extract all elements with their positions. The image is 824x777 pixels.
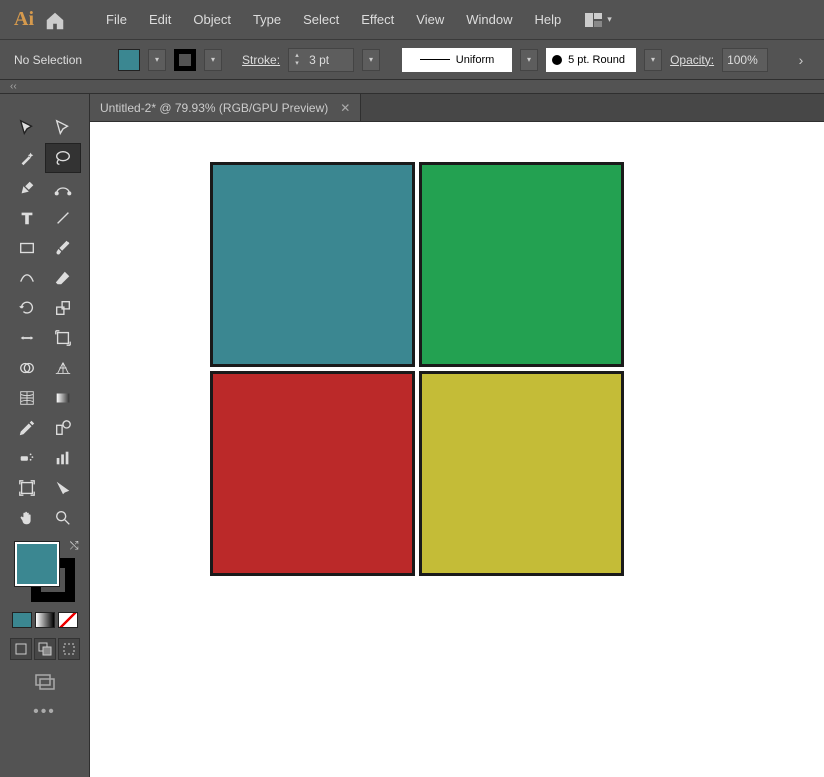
stroke-weight-field[interactable] bbox=[305, 53, 353, 67]
artboard-tool[interactable] bbox=[10, 474, 44, 502]
menu-view[interactable]: View bbox=[408, 8, 452, 31]
menu-file[interactable]: File bbox=[98, 8, 135, 31]
tab-title: Untitled-2* @ 79.93% (RGB/GPU Preview) bbox=[100, 101, 328, 115]
artwork bbox=[210, 162, 624, 576]
paintbrush-tool[interactable] bbox=[46, 234, 80, 262]
blend-tool[interactable] bbox=[46, 414, 80, 442]
shape-builder-tool[interactable] bbox=[10, 354, 44, 382]
selection-status: No Selection bbox=[14, 53, 82, 67]
workspace-switcher[interactable]: ▾ bbox=[585, 13, 612, 27]
stroke-weight-dropdown[interactable]: ▾ bbox=[362, 49, 380, 71]
fill-stroke-indicator[interactable]: ⤭ bbox=[15, 542, 75, 602]
gradient-tool[interactable] bbox=[46, 384, 80, 412]
draw-inside-icon[interactable] bbox=[58, 638, 80, 660]
menu-effect[interactable]: Effect bbox=[353, 8, 402, 31]
tools-panel: ⤭ ••• bbox=[0, 94, 90, 777]
menu-type[interactable]: Type bbox=[245, 8, 289, 31]
perspective-grid-tool[interactable] bbox=[46, 354, 80, 382]
menu-help[interactable]: Help bbox=[526, 8, 569, 31]
square-bottom-right[interactable] bbox=[419, 371, 624, 576]
more-options-icon[interactable]: › bbox=[792, 48, 810, 72]
rectangle-tool[interactable] bbox=[10, 234, 44, 262]
slice-tool[interactable] bbox=[46, 474, 80, 502]
line-tool[interactable] bbox=[46, 204, 80, 232]
brush-dropdown[interactable]: ▾ bbox=[644, 49, 662, 71]
profile-dropdown[interactable]: ▾ bbox=[520, 49, 538, 71]
fill-swatch[interactable] bbox=[118, 49, 140, 71]
curvature-tool[interactable] bbox=[46, 174, 80, 202]
square-top-left[interactable] bbox=[210, 162, 415, 367]
none-mode-icon[interactable] bbox=[58, 612, 78, 628]
fill-dropdown[interactable]: ▾ bbox=[148, 49, 166, 71]
menu-window[interactable]: Window bbox=[458, 8, 520, 31]
stroke-label[interactable]: Stroke: bbox=[242, 53, 280, 67]
variable-width-profile[interactable]: Uniform bbox=[402, 48, 512, 72]
column-graph-tool[interactable] bbox=[46, 444, 80, 472]
menu-bar: Ai File Edit Object Type Select Effect V… bbox=[0, 0, 824, 40]
hand-tool[interactable] bbox=[10, 504, 44, 532]
magic-wand-tool[interactable] bbox=[10, 144, 44, 172]
stroke-dropdown[interactable]: ▾ bbox=[204, 49, 222, 71]
lasso-tool[interactable] bbox=[46, 144, 80, 172]
document-area: Untitled-2* @ 79.93% (RGB/GPU Preview) ✕ bbox=[90, 94, 824, 777]
draw-behind-icon[interactable] bbox=[34, 638, 56, 660]
pen-tool[interactable] bbox=[10, 174, 44, 202]
draw-normal-icon[interactable] bbox=[10, 638, 32, 660]
canvas[interactable] bbox=[90, 122, 824, 777]
rotate-tool[interactable] bbox=[10, 294, 44, 322]
gradient-mode-icon[interactable] bbox=[35, 612, 55, 628]
direct-selection-tool[interactable] bbox=[46, 114, 80, 142]
opacity-field[interactable] bbox=[722, 48, 768, 72]
menu-edit[interactable]: Edit bbox=[141, 8, 179, 31]
swap-fill-stroke-icon[interactable]: ⤭ bbox=[70, 540, 79, 553]
control-bar: No Selection ▾ ▾ Stroke: ▴▾ ▾ Uniform ▾ … bbox=[0, 40, 824, 80]
stroke-swatch[interactable] bbox=[174, 49, 196, 71]
shaper-tool[interactable] bbox=[10, 264, 44, 292]
color-mode-icon[interactable] bbox=[12, 612, 32, 628]
square-top-right[interactable] bbox=[419, 162, 624, 367]
brush-definition[interactable]: 5 pt. Round bbox=[546, 48, 636, 72]
document-tab[interactable]: Untitled-2* @ 79.93% (RGB/GPU Preview) ✕ bbox=[90, 94, 361, 121]
type-tool[interactable] bbox=[10, 204, 44, 232]
square-bottom-left[interactable] bbox=[210, 371, 415, 576]
fill-color[interactable] bbox=[15, 542, 59, 586]
selection-tool[interactable] bbox=[10, 114, 44, 142]
eraser-tool[interactable] bbox=[46, 264, 80, 292]
home-icon[interactable] bbox=[44, 10, 66, 30]
app-logo: Ai bbox=[10, 8, 38, 31]
close-tab-icon[interactable]: ✕ bbox=[340, 101, 350, 115]
menu-object[interactable]: Object bbox=[185, 8, 239, 31]
width-tool[interactable] bbox=[10, 324, 44, 352]
tab-bar: Untitled-2* @ 79.93% (RGB/GPU Preview) ✕ bbox=[90, 94, 824, 122]
screen-mode-icon[interactable] bbox=[33, 672, 57, 692]
symbol-sprayer-tool[interactable] bbox=[10, 444, 44, 472]
panel-collapse-icon[interactable]: ‹‹ bbox=[0, 80, 824, 94]
edit-toolbar-icon[interactable]: ••• bbox=[33, 702, 57, 722]
zoom-tool[interactable] bbox=[46, 504, 80, 532]
mesh-tool[interactable] bbox=[10, 384, 44, 412]
free-transform-tool[interactable] bbox=[46, 324, 80, 352]
scale-tool[interactable] bbox=[46, 294, 80, 322]
menu-select[interactable]: Select bbox=[295, 8, 347, 31]
stroke-weight-input[interactable]: ▴▾ bbox=[288, 48, 354, 72]
eyedropper-tool[interactable] bbox=[10, 414, 44, 442]
opacity-label[interactable]: Opacity: bbox=[670, 53, 714, 67]
